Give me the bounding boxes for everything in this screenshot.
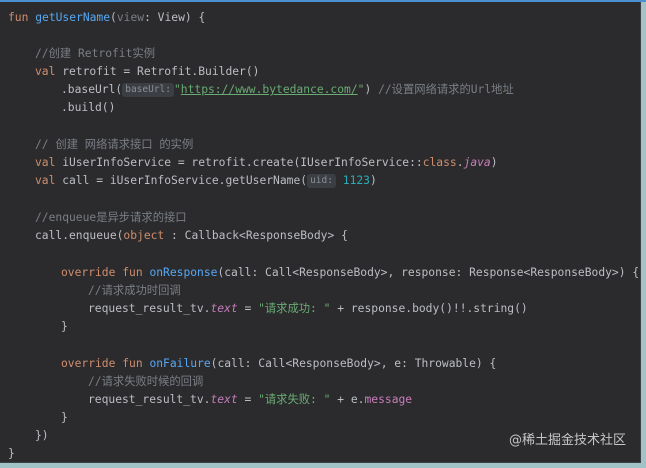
code-line-20: //请求失败时候的回调	[88, 375, 204, 388]
parameter-hint: uid:	[307, 174, 336, 188]
code-text: request_result_tv.	[88, 302, 211, 315]
param-name: view	[116, 11, 145, 24]
code-line-8: val iUserInfoService = retrofit.create(I…	[35, 154, 498, 172]
code-text: : Callback<ResponseBody> {	[164, 229, 348, 242]
property: message	[364, 393, 413, 406]
code-text: retrofit = Retrofit.Builder()	[55, 65, 260, 78]
function-name: onFailure	[149, 357, 211, 370]
code-text: call.enqueue(	[35, 229, 124, 242]
keyword: class	[422, 156, 457, 169]
parameter-hint: baseUrl:	[122, 83, 174, 97]
code-line-4: .baseUrl(baseUrl: "https://www.bytedance.…	[61, 81, 514, 99]
watermark: @稀土掘金技术社区	[508, 433, 626, 448]
code-text: )	[490, 156, 498, 169]
code-text: (call: Call<ResponseBody>, response: Res…	[217, 266, 640, 279]
keyword: val	[35, 156, 56, 169]
code-text: )	[364, 83, 372, 96]
code-line-21: request_result_tv.text = "请求失败: " + e.me…	[88, 391, 412, 409]
param-type: : View) {	[144, 11, 206, 24]
code-text: + e.	[330, 393, 365, 406]
code-line-23: })	[35, 429, 49, 442]
code-line-19: override fun onFailure(call: Call<Respon…	[61, 355, 496, 373]
keyword: override fun	[61, 266, 143, 279]
code-line-1: fun getUserName(view: View) {	[8, 9, 205, 27]
keyword: override fun	[61, 357, 143, 370]
code-text: request_result_tv.	[88, 393, 211, 406]
property: text	[210, 393, 238, 406]
code-line-3: val retrofit = Retrofit.Builder()	[35, 63, 259, 81]
code-line-15: //请求成功时回调	[88, 284, 181, 297]
code-text: =	[237, 393, 259, 406]
code-line-12: call.enqueue(object : Callback<ResponseB…	[35, 227, 348, 245]
string-quote: "	[173, 83, 181, 96]
code-text: )	[369, 174, 377, 187]
code-line-14: override fun onResponse(call: Call<Respo…	[61, 264, 639, 282]
code-text: + response.body()!!.string()	[330, 302, 528, 315]
code-line-16: request_result_tv.text = "请求成功: " + resp…	[88, 300, 528, 318]
code-text: (call: Call<ResponseBody>, e: Throwable)…	[210, 357, 497, 370]
code-text: iUserInfoService = retrofit.create(IUser…	[55, 156, 423, 169]
keyword: val	[35, 65, 56, 78]
code-line-5: .build()	[61, 101, 116, 114]
code-line-11: //enqueue是异步请求的接口	[35, 211, 187, 224]
function-name: getUserName	[35, 11, 111, 24]
code-text: =	[237, 302, 259, 315]
string-literal: "请求失败: "	[258, 393, 331, 406]
paren: (	[110, 11, 117, 24]
string-literal: "请求成功: "	[258, 302, 331, 315]
code-line-24: }	[8, 447, 15, 460]
code-editor[interactable]: fun getUserName(view: View) { //创建 Retro…	[0, 0, 646, 463]
editor-top-border	[0, 0, 646, 2]
url-link[interactable]: https://www.bytedance.com/	[181, 83, 358, 96]
code-text: .	[456, 156, 464, 169]
property: text	[210, 302, 238, 315]
inline-comment: //设置网络请求的Url地址	[378, 83, 514, 96]
function-name: onResponse	[149, 266, 218, 279]
code-line-22: }	[61, 411, 68, 424]
code-line-9: val call = iUserInfoService.getUserName(…	[35, 172, 377, 190]
property: java	[463, 156, 491, 169]
keyword: val	[35, 174, 56, 187]
keyword: object	[123, 229, 165, 242]
code-text: call = iUserInfoService.getUserName(	[55, 174, 308, 187]
number-literal: 1123	[342, 174, 370, 187]
code-line-7: // 创建 网络请求接口 的实例	[35, 138, 194, 151]
code-line-17: }	[61, 320, 68, 333]
code-line-2: //创建 Retrofit实例	[35, 47, 156, 60]
keyword: fun	[8, 11, 29, 24]
code-text: .baseUrl(	[61, 83, 123, 96]
